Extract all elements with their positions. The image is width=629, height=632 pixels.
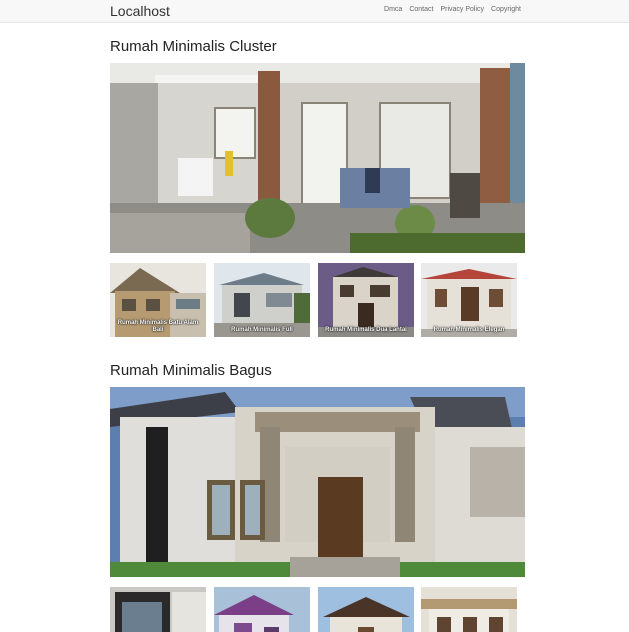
nav-link-dmca[interactable]: Dmca — [384, 6, 402, 13]
related-post-thumb[interactable]: Rumah Minimalis Dua Lantai — [318, 263, 414, 337]
nav-link-contact[interactable]: Contact — [409, 6, 433, 13]
nav-links: Dmca Contact Privacy Policy Copyright — [384, 6, 521, 13]
thumb-caption[interactable]: Rumah Minimalis Full — [216, 327, 308, 334]
post-title[interactable]: Rumah Minimalis Bagus — [110, 362, 272, 379]
related-post-thumb[interactable] — [214, 587, 310, 632]
related-post-thumb[interactable]: Rumah Minimalis Full — [214, 263, 310, 337]
nav-link-copyright[interactable]: Copyright — [491, 6, 521, 13]
related-post-thumb[interactable] — [421, 587, 517, 632]
related-post-thumb[interactable]: Rumah Minimalis Elegan — [421, 263, 517, 337]
post-title[interactable]: Rumah Minimalis Cluster — [110, 38, 277, 55]
brand-link[interactable]: Localhost — [110, 3, 170, 19]
thumb-caption[interactable]: Rumah Minimalis Batu Alam Bali — [112, 320, 204, 334]
navbar: Localhost Dmca Contact Privacy Policy Co… — [0, 0, 629, 23]
thumb-caption[interactable]: Rumah Minimalis Elegan — [423, 327, 515, 334]
nav-link-privacy-policy[interactable]: Privacy Policy — [440, 6, 484, 13]
related-post-thumb[interactable] — [110, 587, 206, 632]
house-photo[interactable] — [110, 63, 525, 253]
related-post-thumb[interactable] — [318, 587, 414, 632]
house-render[interactable] — [110, 387, 525, 577]
thumb-caption[interactable]: Rumah Minimalis Dua Lantai — [320, 327, 412, 334]
related-post-thumb[interactable]: Rumah Minimalis Batu Alam Bali — [110, 263, 206, 337]
